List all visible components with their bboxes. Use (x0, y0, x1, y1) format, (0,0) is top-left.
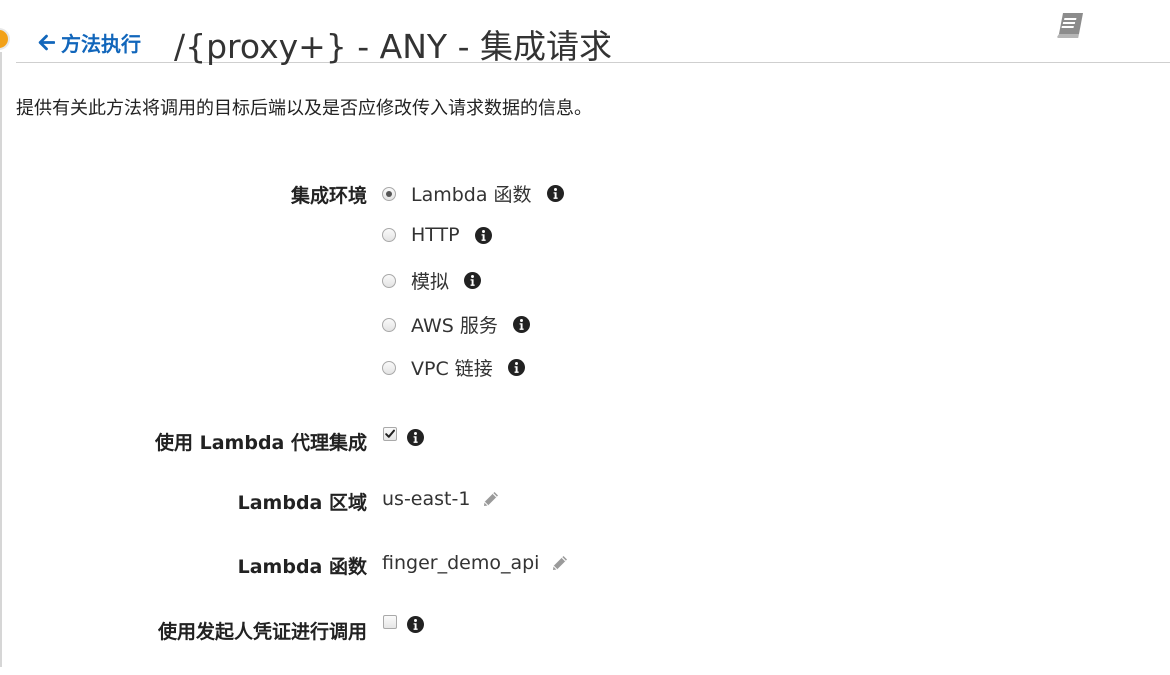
lambda-function-value-row: finger_demo_api (382, 552, 569, 574)
integration-request-page: 方法执行 /{proxy+} - ANY - 集成请求 提供有关此方法将调用的目… (0, 0, 1170, 675)
vpc-link-option-label: VPC 链接 (411, 358, 493, 380)
info-icon[interactable] (407, 429, 424, 446)
back-to-method-execution-link[interactable]: 方法执行 (38, 28, 141, 57)
aws-service-option-label: AWS 服务 (411, 315, 498, 337)
lambda-proxy-checkbox[interactable] (383, 427, 397, 441)
mock-radio[interactable] (382, 273, 396, 288)
aws-service-radio[interactable] (382, 317, 396, 332)
radio-option-http[interactable]: HTTP (382, 224, 492, 246)
radio-option-aws-service[interactable]: AWS 服务 (382, 311, 530, 338)
http-radio[interactable] (382, 228, 396, 242)
left-divider (0, 52, 2, 667)
lambda-option-label: Lambda 函数 (411, 184, 532, 206)
page-description: 提供有关此方法将调用的目标后端以及是否应修改传入请求数据的信息。 (16, 98, 592, 119)
lambda-radio[interactable] (382, 186, 396, 201)
pencil-icon[interactable] (482, 490, 500, 508)
vpc-link-radio[interactable] (382, 360, 396, 375)
lambda-function-value: finger_demo_api (382, 552, 540, 574)
lambda-region-label: Lambda 区域 (237, 492, 367, 514)
book-icon[interactable] (1054, 10, 1088, 40)
arrow-left-icon (38, 34, 55, 51)
lambda-region-value: us-east-1 (382, 488, 471, 510)
checkmark-icon (385, 429, 395, 438)
info-icon[interactable] (407, 616, 424, 633)
info-icon[interactable] (546, 185, 564, 202)
radio-option-mock[interactable]: 模拟 (382, 267, 482, 294)
radio-option-vpc-link[interactable]: VPC 链接 (382, 354, 525, 381)
caller-credentials-label: 使用发起人凭证进行调用 (157, 621, 367, 643)
info-icon[interactable] (507, 359, 525, 376)
integration-type-label: 集成环境 (290, 185, 367, 207)
pencil-icon[interactable] (551, 554, 569, 572)
orange-indicator-dot (0, 28, 10, 50)
mock-option-label: 模拟 (411, 271, 450, 293)
info-icon[interactable] (474, 226, 492, 244)
info-icon[interactable] (464, 272, 482, 289)
radio-option-lambda[interactable]: Lambda 函数 (382, 180, 564, 207)
http-option-label: HTTP (411, 224, 460, 246)
info-icon[interactable] (512, 316, 530, 333)
lambda-proxy-label: 使用 Lambda 代理集成 (155, 432, 367, 454)
caller-credentials-checkbox[interactable] (383, 615, 397, 629)
lambda-function-label: Lambda 函数 (237, 556, 367, 578)
back-link-label: 方法执行 (61, 32, 141, 56)
lambda-region-value-row: us-east-1 (382, 488, 500, 510)
page-title: /{proxy+} - ANY - 集成请求 (174, 27, 612, 66)
page-header: 方法执行 /{proxy+} - ANY - 集成请求 (16, 10, 1170, 66)
